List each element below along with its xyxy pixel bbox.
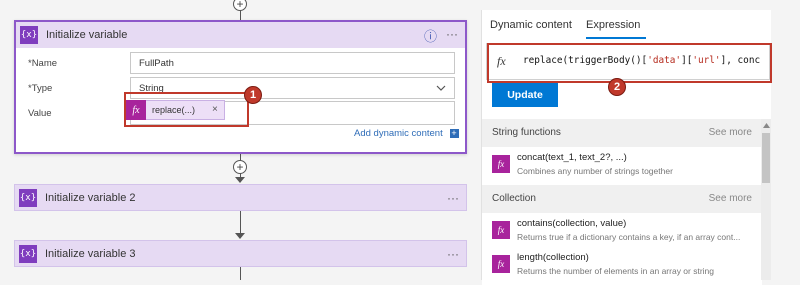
add-step-top-button[interactable]: + [233,0,247,11]
add-step-middle-button[interactable]: + [233,160,247,174]
more-options-icon[interactable]: ··· [447,247,459,261]
initialize-variable-3-card[interactable]: {x} Initialize variable 3 ··· [14,240,467,267]
more-options-icon[interactable]: ··· [446,27,458,41]
function-description: Returns true if a dictionary contains a … [517,232,741,242]
annotation-box-2 [487,43,772,83]
connector-line-3 [240,266,241,280]
type-label: *Type [28,83,53,94]
variable-icon: {x} [20,26,38,44]
annotation-badge-1: 1 [244,86,262,104]
add-dynamic-content-link[interactable]: Add dynamic content + [354,128,459,139]
function-name: concat(text_1, text_2?, ...) [517,152,627,163]
update-button[interactable]: Update [492,83,558,107]
annotation-badge-2: 2 [608,78,626,96]
initialize-variable-card: {x} Initialize variable ⓘ ··· *Name Full… [14,20,467,154]
add-dynamic-content-label: Add dynamic content [354,128,443,139]
section-title: Collection [492,193,536,204]
see-more-link[interactable]: See more [709,127,752,138]
tab-dynamic-content[interactable]: Dynamic content [490,19,572,31]
see-more-link[interactable]: See more [709,193,752,204]
connector-line-2 [240,210,241,234]
add-dynamic-icon: + [449,128,459,138]
function-icon: fx [492,255,510,273]
variable-icon: {x} [19,189,37,207]
function-name: contains(collection, value) [517,218,627,229]
scrollbar-thumb[interactable] [762,133,770,183]
connector-arrow-icon [235,177,245,183]
name-label: *Name [28,58,58,69]
scroll-up-icon[interactable] [763,123,770,128]
chevron-down-icon [436,85,446,91]
update-button-label: Update [507,89,543,101]
info-icon[interactable]: ⓘ [424,26,437,45]
card-title: Initialize variable 3 [45,248,136,260]
string-functions-section: String functions See more [482,119,762,147]
function-item-contains[interactable]: fx contains(collection, value) Returns t… [482,213,762,251]
tab-expression[interactable]: Expression [586,19,640,31]
annotation-box-1 [124,92,249,127]
section-title: String functions [492,127,561,138]
connector-arrow-icon [235,233,245,239]
card-title: Initialize variable 2 [45,192,136,204]
scrollbar-track[interactable] [761,119,771,280]
value-label: Value [28,108,52,119]
name-value: FullPath [139,58,174,69]
initialize-variable-2-card[interactable]: {x} Initialize variable 2 ··· [14,184,467,211]
variable-icon: {x} [19,245,37,263]
more-options-icon[interactable]: ··· [447,191,459,205]
function-icon: fx [492,155,510,173]
card-header[interactable]: {x} Initialize variable ⓘ ··· [16,22,465,48]
plus-icon: + [236,160,244,174]
plus-icon: + [236,0,244,11]
function-item-length[interactable]: fx length(collection) Returns the number… [482,247,762,285]
active-tab-indicator [586,37,646,39]
function-name: length(collection) [517,252,589,263]
card-title: Initialize variable [46,29,128,41]
function-description: Combines any number of strings together [517,166,673,176]
name-field[interactable]: FullPath [130,52,455,74]
collection-section: Collection See more [482,185,762,213]
function-icon: fx [492,221,510,239]
function-description: Returns the number of elements in an arr… [517,266,715,276]
function-item-concat[interactable]: fx concat(text_1, text_2?, ...) Combines… [482,147,762,185]
